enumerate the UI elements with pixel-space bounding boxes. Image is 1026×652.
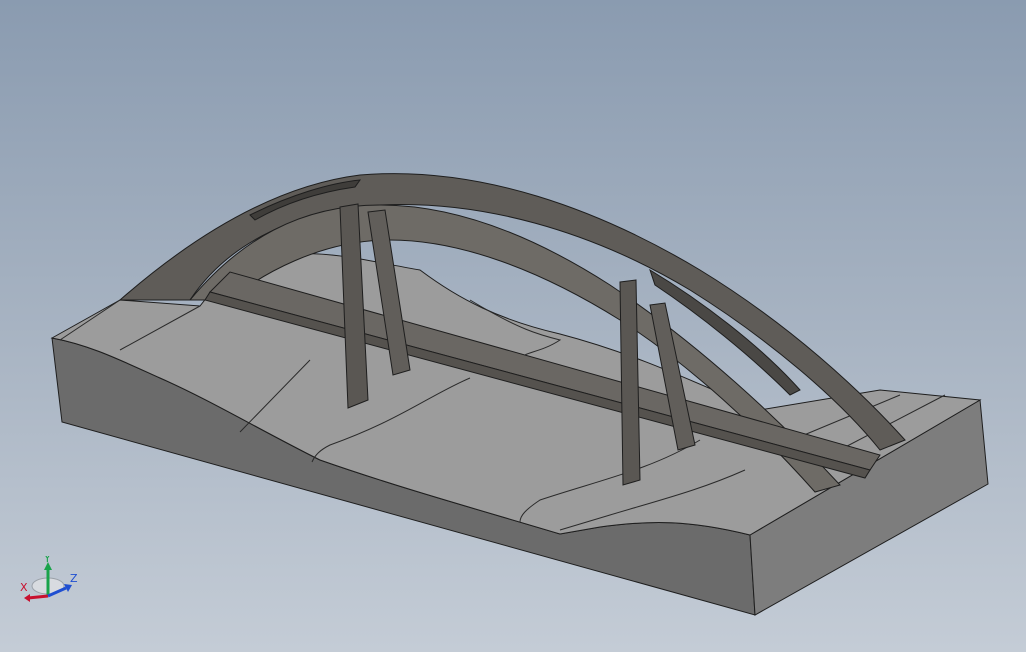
z-axis-label: Z — [70, 572, 78, 585]
graphics-viewport[interactable]: X Y Z — [0, 0, 1026, 652]
coordinate-triad-icon: X Y Z — [20, 556, 78, 602]
y-axis-label: Y — [43, 556, 51, 565]
pier-right-front — [619, 279, 641, 486]
bridge-model[interactable] — [0, 0, 1026, 652]
x-axis-label: X — [20, 581, 28, 594]
x-axis-arrow — [27, 594, 49, 600]
